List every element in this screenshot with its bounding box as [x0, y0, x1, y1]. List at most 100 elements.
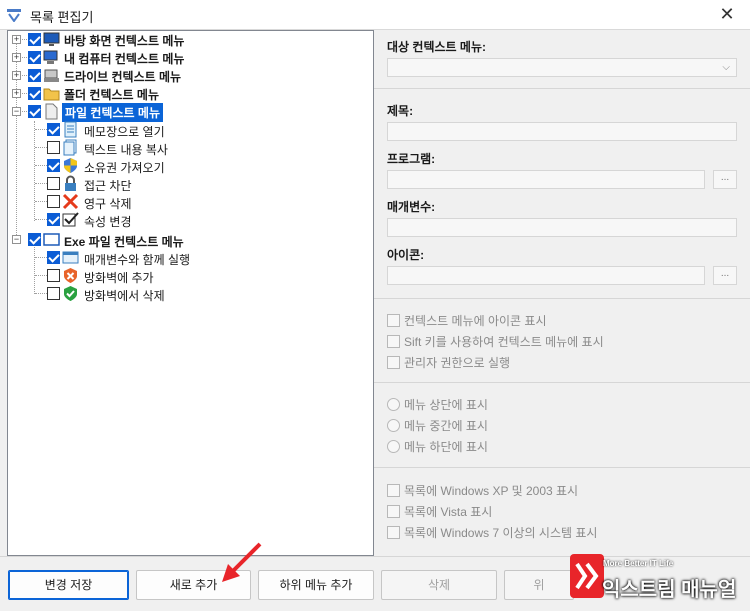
option-label: Sift 키를 사용하여 컨텍스트 메뉴에 표시 [404, 334, 604, 349]
computer-icon [43, 50, 58, 64]
notepad-icon [64, 121, 77, 138]
icon-browse-button[interactable]: ... [713, 266, 737, 285]
option-menu-middle[interactable]: 메뉴 중간에 표시 [387, 417, 488, 433]
tree-item-label: 파일 컨텍스트 메뉴 [62, 103, 163, 122]
expand-toggle[interactable]: + [12, 71, 21, 80]
option-checkbox[interactable] [387, 355, 400, 369]
tree-item-label: 내 컴퓨터 컨텍스트 메뉴 [64, 52, 185, 66]
option-label: 목록에 Windows 7 이상의 시스템 표시 [404, 525, 598, 540]
tree-item-label: 영구 삭제 [84, 197, 132, 211]
tree-checkbox[interactable] [47, 195, 60, 208]
watermark: More Better IT Life 익스트림 매뉴얼 [570, 551, 750, 607]
program-label: 프로그램: [387, 152, 436, 166]
tree-line [34, 121, 35, 221]
annotation-arrow-icon [222, 542, 262, 582]
tree-checkbox[interactable] [28, 51, 41, 64]
watermark-brand: 익스트림 매뉴얼 [602, 579, 737, 601]
params-field[interactable] [387, 218, 737, 237]
tree-checkbox[interactable] [47, 159, 60, 172]
watermark-tagline: More Better IT Life [603, 559, 674, 568]
expand-toggle[interactable]: + [12, 35, 21, 44]
tree-checkbox[interactable] [47, 213, 60, 226]
tree-item-label: 폴더 컨텍스트 메뉴 [64, 88, 159, 102]
option-show-icon[interactable]: 컨텍스트 메뉴에 아이콘 표시 [387, 312, 546, 328]
window-title: 목록 편집기 [30, 10, 94, 25]
params-label: 매개변수: [387, 200, 436, 214]
collapse-toggle[interactable]: − [12, 107, 21, 116]
firewall-add-icon [64, 268, 77, 283]
tree-checkbox[interactable] [28, 87, 41, 100]
shield-uac-icon [64, 158, 77, 173]
title-label: 제목: [387, 104, 414, 118]
icon-field[interactable] [387, 266, 705, 285]
tree-checkbox[interactable] [47, 269, 60, 282]
title-bar: 목록 편집기 ✕ [0, 0, 750, 30]
tree-item-label: 매개변수와 함께 실행 [84, 253, 191, 267]
file-icon [45, 103, 58, 120]
chevron-down-icon: ⌵ [722, 62, 730, 73]
program-browse-button[interactable]: ... [713, 170, 737, 189]
option-radio[interactable] [387, 418, 400, 432]
exe-window-icon [43, 233, 60, 246]
text-copy-icon [63, 139, 77, 156]
tree-checkbox[interactable] [28, 69, 41, 82]
tree-line [16, 39, 17, 239]
option-show-vista[interactable]: 목록에 Vista 표시 [387, 503, 492, 519]
option-radio[interactable] [387, 439, 400, 453]
tree-checkbox[interactable] [28, 105, 41, 118]
tree-checkbox[interactable] [47, 287, 60, 300]
divider [374, 88, 750, 89]
tree-line [34, 247, 35, 294]
desktop-icon [43, 32, 60, 46]
option-menu-bottom[interactable]: 메뉴 하단에 표시 [387, 438, 488, 454]
option-run-as-admin[interactable]: 관리자 권한으로 실행 [387, 354, 510, 370]
tree-item-label: 바탕 화면 컨텍스트 메뉴 [64, 34, 185, 48]
title-field[interactable] [387, 122, 737, 141]
collapse-toggle[interactable]: − [12, 235, 21, 244]
option-checkbox[interactable] [387, 313, 400, 327]
target-menu-dropdown[interactable]: ⌵ [387, 58, 737, 77]
tree-checkbox[interactable] [47, 177, 60, 190]
option-shift-key[interactable]: Sift 키를 사용하여 컨텍스트 메뉴에 표시 [387, 333, 604, 349]
option-label: 메뉴 상단에 표시 [404, 397, 488, 412]
firewall-remove-icon [64, 286, 77, 301]
expand-toggle[interactable]: + [12, 53, 21, 62]
checkbox-icon [62, 212, 79, 227]
watermark-logo-icon [570, 554, 604, 598]
drive-icon [44, 69, 59, 82]
option-radio[interactable] [387, 397, 400, 411]
option-show-win7[interactable]: 목록에 Windows 7 이상의 시스템 표시 [387, 524, 597, 540]
tree-checkbox[interactable] [47, 123, 60, 136]
option-menu-top[interactable]: 메뉴 상단에 표시 [387, 396, 488, 412]
tree-item-label: 텍스트 내용 복사 [84, 143, 168, 157]
divider [374, 467, 750, 468]
tree-item-label: 소유권 가져오기 [84, 161, 165, 175]
option-checkbox[interactable] [387, 525, 400, 539]
option-checkbox[interactable] [387, 334, 400, 348]
divider [374, 298, 750, 299]
divider [374, 382, 750, 383]
add-submenu-button[interactable]: 하위 메뉴 추가 [258, 570, 374, 600]
save-changes-button[interactable]: 변경 저장 [8, 570, 129, 600]
tree-item-label: 속성 변경 [84, 215, 132, 229]
close-button[interactable]: ✕ [716, 3, 738, 25]
context-menu-tree[interactable]: + 바탕 화면 컨텍스트 메뉴 + 내 컴퓨터 컨텍스트 메뉴 + 드라이브 컨… [7, 30, 374, 556]
app-icon [7, 9, 21, 22]
option-checkbox[interactable] [387, 504, 400, 518]
expand-toggle[interactable]: + [12, 89, 21, 98]
program-field[interactable] [387, 170, 705, 189]
option-label: 메뉴 중간에 표시 [404, 418, 488, 433]
properties-panel: 대상 컨텍스트 메뉴: ⌵ 제목: 프로그램: ... 매개변수: 아이콘: .… [374, 30, 750, 556]
tree-checkbox[interactable] [28, 233, 41, 246]
option-label: 메뉴 하단에 표시 [404, 439, 488, 454]
option-show-xp[interactable]: 목록에 Windows XP 및 2003 표시 [387, 482, 578, 498]
tree-checkbox[interactable] [28, 33, 41, 46]
tree-checkbox[interactable] [47, 141, 60, 154]
option-checkbox[interactable] [387, 483, 400, 497]
delete-button[interactable]: 삭제 [381, 570, 497, 600]
tree-item-label: 방화벽에서 삭제 [84, 289, 165, 303]
tree-checkbox[interactable] [47, 251, 60, 264]
move-up-button[interactable]: 위 [504, 570, 574, 600]
target-menu-label: 대상 컨텍스트 메뉴: [387, 40, 486, 54]
option-label: 목록에 Windows XP 및 2003 표시 [404, 483, 579, 498]
